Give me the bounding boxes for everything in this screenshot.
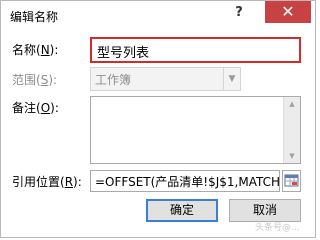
scroll-up-icon[interactable]: ▲	[284, 97, 300, 111]
title-bar[interactable]: 编辑名称 ? ✕	[1, 1, 315, 31]
refers-to-label: 引用位置(R):	[12, 175, 82, 189]
help-icon[interactable]: ?	[227, 3, 251, 23]
watermark: 头条号@...	[255, 223, 300, 233]
scroll-down-icon[interactable]: ▼	[284, 149, 300, 163]
range-select-icon	[284, 174, 299, 187]
scope-select[interactable]: 工作簿 ▼	[90, 67, 241, 91]
ok-button[interactable]: 确定	[146, 199, 218, 222]
scope-value: 工作簿	[95, 73, 132, 87]
refers-to-input[interactable]: =OFFSET(产品清单!$J$1,MATCH	[90, 170, 280, 192]
chevron-down-icon: ▼	[223, 68, 240, 90]
close-button[interactable]: ✕	[265, 1, 311, 23]
dialog-title: 编辑名称	[10, 10, 59, 24]
range-select-button[interactable]	[282, 170, 301, 192]
comment-label: 备注(O):	[12, 101, 59, 115]
name-label: 名称(N):	[12, 43, 59, 57]
name-input[interactable]: 型号列表	[90, 37, 301, 63]
comment-scrollbar[interactable]: ▲ ▼	[283, 97, 300, 163]
edit-name-dialog: 编辑名称 ? ✕ 名称(N): 型号列表 范围(S): 工作簿 ▼ 备注(O):…	[0, 0, 316, 238]
comment-textarea[interactable]: ▲ ▼	[90, 96, 301, 164]
scope-label: 范围(S):	[12, 73, 58, 87]
cancel-button[interactable]: 取消	[229, 199, 301, 222]
